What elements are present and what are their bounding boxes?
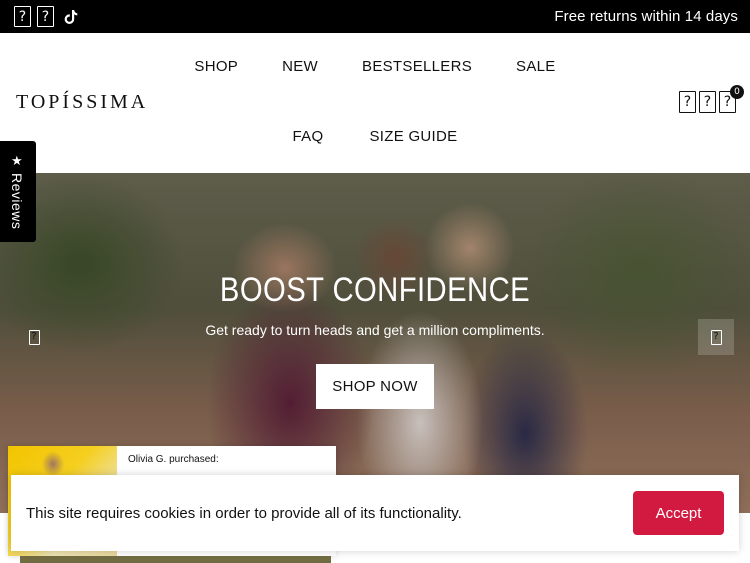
hero-subtitle: Get ready to turn heads and get a millio… [205,322,545,338]
cart-count-badge: 0 [730,85,744,99]
nav-bestsellers[interactable]: BESTSELLERS [362,58,472,75]
nav-faq[interactable]: FAQ [293,128,324,145]
social-links: ? ? [14,6,80,27]
purchase-text: Olivia G. purchased: [128,454,219,465]
search-icon[interactable]: ? [679,91,696,113]
secondary-nav: FAQ SIZE GUIDE [0,128,750,145]
logo[interactable]: TOPÍSSIMA [16,91,148,114]
chevron-left-icon: ? [28,329,40,345]
cart-glyph: ? [723,94,732,110]
nav-sale[interactable]: SALE [516,58,556,75]
star-icon: ★ [11,154,23,169]
facebook-icon[interactable]: ? [14,6,31,27]
chevron-right-icon: ? [710,329,722,345]
cookie-banner: This site requires cookies in order to p… [11,475,739,551]
nav-size-guide[interactable]: SIZE GUIDE [369,128,457,145]
cart-icon[interactable]: ? 0 [719,85,744,113]
nav-shop[interactable]: SHOP [194,58,238,75]
reviews-label: Reviews [9,173,25,230]
slider-next-button[interactable]: ? [698,319,734,355]
header-icons: ? ? ? 0 [679,85,744,113]
shop-now-button[interactable]: SHOP NOW [316,364,434,409]
nav-new[interactable]: NEW [282,58,318,75]
account-icon[interactable]: ? [699,91,716,113]
tiktok-icon[interactable] [62,7,80,27]
reviews-tab[interactable]: ★ Reviews [0,141,36,242]
cookie-message: This site requires cookies in order to p… [26,505,462,522]
site-header: SHOP NEW BESTSELLERS SALE TOPÍSSIMA ? ? … [0,33,750,173]
instagram-icon[interactable]: ? [37,6,54,27]
main-nav: SHOP NEW BESTSELLERS SALE [0,58,750,75]
slider-prev-button[interactable]: ? [16,319,52,355]
hero-title: BOOST CONFIDENCE [219,271,531,309]
announcement-bar: ? ? Free returns within 14 days [0,0,750,33]
promo-text: Free returns within 14 days [554,8,738,25]
accept-cookies-button[interactable]: Accept [633,491,724,535]
